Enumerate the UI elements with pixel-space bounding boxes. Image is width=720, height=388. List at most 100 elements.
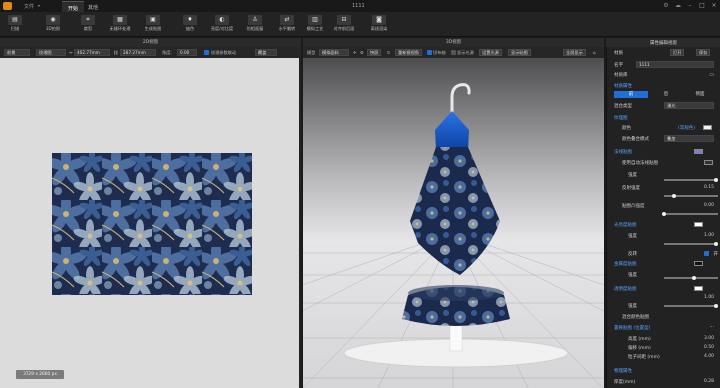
- fabric-texture-image: [52, 153, 252, 295]
- normal-auto-toggle[interactable]: [704, 160, 713, 165]
- render-button[interactable]: ◙ 离线渲染: [364, 14, 394, 36]
- craft-icon: ▥: [308, 15, 322, 25]
- crop-icon: ⌗: [81, 15, 95, 25]
- model-select[interactable]: 模拟面料: [319, 49, 349, 56]
- settings-icon[interactable]: ⚙: [662, 2, 670, 10]
- cut-checkbox[interactable]: [427, 50, 432, 55]
- trans-map-swatch[interactable]: [694, 286, 703, 291]
- diffuse-section[interactable]: 纹理图: [606, 113, 720, 122]
- align-button[interactable]: ⊟ 对齐前后面: [329, 14, 359, 36]
- gloss-slider-row: [606, 240, 720, 249]
- camera-icon: ◉: [46, 15, 60, 25]
- file-menu[interactable]: 文件: [24, 3, 34, 10]
- height-field[interactable]: 287.27mm: [120, 49, 156, 56]
- 3d-photo-button[interactable]: ◉ 3D拍照: [38, 14, 68, 36]
- metal-slider[interactable]: [664, 277, 718, 279]
- reflect-knob[interactable]: [672, 194, 676, 198]
- mannequin-button[interactable]: ♙ 仿相面窗: [240, 14, 270, 36]
- trans-section[interactable]: 透明度贴图: [606, 284, 720, 293]
- width-field[interactable]: 402.77mm: [74, 49, 110, 56]
- texture-section[interactable]: 材质属性: [606, 81, 720, 90]
- contrast-button[interactable]: ◐ 亮度/对比度: [207, 14, 237, 36]
- strength-row: 强度: [606, 170, 720, 182]
- strength-knob[interactable]: [714, 178, 718, 182]
- tab-front[interactable]: 前: [614, 91, 648, 98]
- camera-icon[interactable]: ⌂: [593, 50, 596, 55]
- seamless-button[interactable]: ▦ 无缝环处理: [105, 14, 135, 36]
- metal-knob[interactable]: [692, 276, 696, 280]
- sync-label: 纹理参数联动: [211, 50, 237, 55]
- crop-button[interactable]: ⌗ 裁剪: [73, 14, 103, 36]
- bump-knob[interactable]: [662, 212, 666, 216]
- normal-map-swatch[interactable]: [694, 149, 703, 154]
- move-icon[interactable]: ✛: [353, 50, 357, 55]
- save-button[interactable]: 保存: [696, 49, 711, 56]
- viewport-2d-options: 前景 纹理图 ↔ 402.77mm ⛓ 287.27mm 角度: 0.00 纹理…: [0, 47, 301, 58]
- physical-section[interactable]: 物理属性: [606, 366, 720, 375]
- toolbar: ▤ 扫描 ◉ 3D拍照 ⌗ 裁剪 ▦ 无缝环处理 ▣ 生成贴图 ♦ 抽色 ◐ 亮度/对比度 ♙…: [0, 12, 720, 37]
- cloud-icon[interactable]: ☁: [674, 2, 682, 10]
- sync-checkbox[interactable]: [204, 50, 209, 55]
- color-pick-button[interactable]: ♦ 抽色: [175, 14, 205, 36]
- metal-map-swatch[interactable]: [694, 261, 703, 266]
- metal-strength-row: 强度: [606, 270, 720, 280]
- gloss-knob[interactable]: [714, 242, 718, 246]
- hanger-tag: [435, 111, 469, 151]
- tab-start[interactable]: 开始: [62, 1, 85, 12]
- scan-icon: ▤: [8, 15, 22, 25]
- offset-row: 偏移 (mm) 0.50: [628, 345, 714, 351]
- bump-slider[interactable]: [664, 213, 718, 215]
- 3d-model[interactable]: [340, 75, 570, 375]
- light-checkbox[interactable]: [451, 50, 456, 55]
- refresh-icon[interactable]: ↻: [387, 50, 391, 55]
- color-mode-select[interactable]: 叠加: [664, 135, 714, 142]
- cut-label: 切布轴: [433, 50, 446, 55]
- alpha-row: 混合颜色贴图: [622, 315, 649, 320]
- scan-button[interactable]: ▤ 扫描: [0, 14, 30, 36]
- blend-select[interactable]: 漫光: [664, 102, 714, 109]
- tab-other[interactable]: 其他: [82, 1, 104, 12]
- library-row[interactable]: 材质库 ▭: [606, 70, 720, 79]
- normal-section[interactable]: 法线贴图: [606, 147, 720, 156]
- color-swatch[interactable]: [703, 125, 712, 130]
- link-icon[interactable]: ⛓: [113, 50, 118, 56]
- unit-select[interactable]: 前景: [4, 49, 30, 56]
- maximize-icon[interactable]: □: [698, 2, 706, 10]
- chevron-down-icon[interactable]: ▾: [38, 3, 40, 8]
- gloss-section[interactable]: 光亮度贴图: [606, 220, 720, 229]
- flip-button[interactable]: ⇄ 水平翻转: [272, 14, 302, 36]
- title-bar: 文件 ▾ 开始 其他 1111 ⚙ ☁ – □ ×: [0, 0, 720, 12]
- close-icon[interactable]: ×: [710, 2, 718, 10]
- mode-select[interactable]: 纹理图: [36, 49, 66, 56]
- viewport-3d-options: 模型 模拟面料 ✛ ⚙ 快照 ↻ 重新镜视角 切布轴 显示光源 设置光源 显示贴…: [303, 47, 604, 58]
- generate-texture-button[interactable]: ▣ 生成贴图: [138, 14, 168, 36]
- craft-button[interactable]: ▥ 模拟工艺: [300, 14, 330, 36]
- invert-checkbox[interactable]: [704, 251, 709, 256]
- reset-view-button[interactable]: 重新镜视角: [395, 49, 422, 56]
- angle-field[interactable]: 0.00: [177, 49, 197, 56]
- metal-section[interactable]: 金属度贴图: [606, 259, 720, 268]
- view-mode-select[interactable]: 覆盖: [255, 49, 277, 56]
- gloss-slider[interactable]: [664, 243, 718, 245]
- trans-strength-row-2: 强度: [606, 301, 720, 310]
- texture-display-select[interactable]: 显示贴图: [508, 49, 531, 56]
- tab-side[interactable]: 侧面: [684, 91, 716, 98]
- thickness-row: 厚度(mm) 0.28: [614, 379, 714, 385]
- render-icon: ◙: [372, 15, 386, 25]
- viewport-2d-title: 2D视窗: [0, 38, 301, 47]
- name-field[interactable]: 1111: [636, 61, 714, 68]
- trans-slider[interactable]: [664, 305, 718, 307]
- snapshot-button[interactable]: 快照: [367, 49, 382, 56]
- open-button[interactable]: 打开: [670, 49, 685, 56]
- fullscreen-button[interactable]: 全屏显示: [563, 49, 586, 56]
- light-settings-button[interactable]: 设置光源: [479, 49, 502, 56]
- tab-back[interactable]: 后: [650, 91, 682, 98]
- folder-icon[interactable]: ▭: [709, 72, 714, 78]
- gear-icon[interactable]: ⚙: [360, 50, 364, 55]
- more-icon[interactable]: ⋯: [710, 325, 715, 330]
- gloss-map-swatch[interactable]: [694, 222, 703, 227]
- displace-section[interactable]: 置换贴图 (位置型) ⋯: [606, 323, 720, 332]
- strength-slider[interactable]: [664, 179, 718, 181]
- trans-knob[interactable]: [714, 304, 718, 308]
- minimize-icon[interactable]: –: [686, 2, 694, 10]
